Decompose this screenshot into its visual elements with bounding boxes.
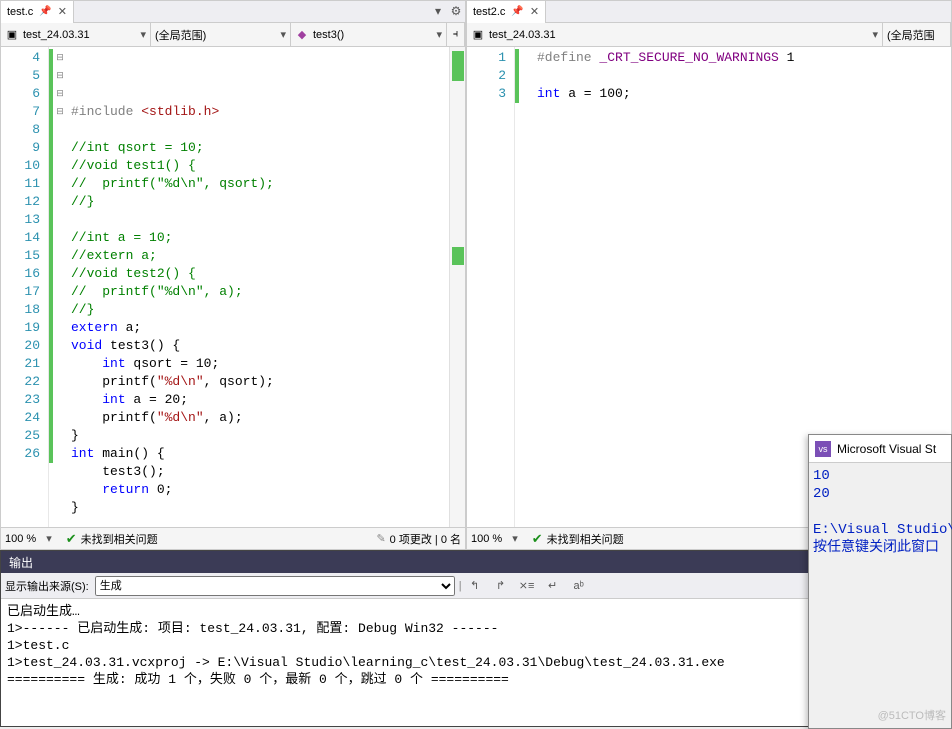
nav-scope-label: (全局范围	[887, 27, 935, 43]
find-icon[interactable]: aᵇ	[568, 575, 590, 597]
function-icon: ◆	[295, 28, 309, 42]
nav-project-selector[interactable]: ▣ test_24.03.31 ▾	[467, 23, 883, 46]
pin-icon[interactable]: 📌	[511, 6, 523, 17]
console-window[interactable]: vs Microsoft Visual St 10 20 E:\Visual S…	[808, 434, 952, 729]
nav-scope-selector[interactable]: (全局范围) ▾	[151, 23, 291, 46]
tab-test2-c[interactable]: test2.c 📌 ✕	[467, 1, 546, 23]
zoom-dd-icon[interactable]: ▾	[46, 532, 52, 545]
nav-func-label: test3()	[313, 29, 344, 41]
split-icon[interactable]: ⫞	[447, 23, 465, 46]
editor-pane-left: test.c 📌 ✕ ▾ ⚙ ▣ test_24.03.31 ▾ (全局范围) …	[0, 0, 466, 550]
change-indicator-col	[49, 47, 53, 527]
status-row-left: 100 % ▾ ✔ 未找到相关问题 ✎ 0 项更改 | 0 名	[1, 527, 465, 549]
code-text[interactable]: #include <stdlib.h>//int qsort = 10;//vo…	[67, 47, 449, 527]
tab-bar-left: test.c 📌 ✕ ▾ ⚙	[1, 1, 465, 23]
goto-prev-icon[interactable]: ↰	[464, 575, 486, 597]
chevron-down-icon: ▾	[274, 28, 286, 41]
zoom-dd-icon[interactable]: ▾	[512, 532, 518, 545]
change-indicator-col	[515, 47, 519, 527]
ok-icon: ✔	[532, 531, 543, 547]
fold-column[interactable]	[519, 47, 533, 527]
scrollbar-minimap[interactable]	[449, 47, 465, 527]
close-icon[interactable]: ✕	[530, 5, 539, 18]
nav-scope-label: (全局范围)	[155, 27, 206, 43]
tab-dropdown-icon[interactable]: ▾	[429, 4, 447, 19]
tab-label: test.c	[7, 6, 33, 18]
chevron-down-icon: ▾	[866, 28, 878, 41]
nav-project-label: test_24.03.31	[23, 29, 90, 41]
console-body: 10 20 E:\Visual Studio\ 按任意键关闭此窗口	[809, 463, 951, 561]
project-icon: ▣	[5, 28, 19, 42]
code-area-left[interactable]: 4567891011121314151617181920212223242526…	[1, 47, 465, 527]
status-no-issues: 未找到相关问题	[81, 531, 158, 547]
nav-project-label: test_24.03.31	[489, 29, 556, 41]
ok-icon: ✔	[66, 531, 77, 547]
chevron-down-icon: ▾	[430, 28, 442, 41]
watermark: @51CTO博客	[878, 707, 946, 723]
chevron-down-icon: ▾	[134, 28, 146, 41]
vs-app-icon: vs	[815, 441, 831, 457]
goto-next-icon[interactable]: ↱	[490, 575, 512, 597]
nav-row-left: ▣ test_24.03.31 ▾ (全局范围) ▾ ◆ test3() ▾ ⫞	[1, 23, 465, 47]
tab-bar-right: test2.c 📌 ✕	[467, 1, 951, 23]
pin-icon[interactable]: 📌	[39, 6, 51, 17]
console-title-text: Microsoft Visual St	[837, 442, 936, 456]
nav-func-selector[interactable]: ◆ test3() ▾	[291, 23, 447, 46]
status-no-issues: 未找到相关问题	[547, 531, 624, 547]
wrap-icon[interactable]: ↵	[542, 575, 564, 597]
zoom-level[interactable]: 100 %	[471, 533, 502, 545]
tab-label: test2.c	[473, 6, 505, 18]
project-icon: ▣	[471, 28, 485, 42]
gear-icon[interactable]: ⚙	[447, 4, 465, 19]
output-source-label: 显示输出来源(S):	[5, 578, 89, 594]
clear-icon[interactable]: ⨯≡	[516, 575, 538, 597]
changes-icon: ✎	[376, 532, 385, 545]
close-icon[interactable]: ✕	[58, 5, 67, 18]
nav-project-selector[interactable]: ▣ test_24.03.31 ▾	[1, 23, 151, 46]
console-titlebar[interactable]: vs Microsoft Visual St	[809, 435, 951, 463]
line-gutter: 123	[467, 47, 515, 527]
output-source-select[interactable]: 生成	[95, 576, 455, 596]
fold-column[interactable]: ⊟⊟⊟⊟	[53, 47, 67, 527]
nav-scope-selector[interactable]: (全局范围	[883, 23, 951, 46]
line-gutter: 4567891011121314151617181920212223242526	[1, 47, 49, 527]
status-changes: 0 项更改 | 0 名	[390, 531, 461, 547]
tab-test-c[interactable]: test.c 📌 ✕	[1, 1, 74, 23]
zoom-level[interactable]: 100 %	[5, 533, 36, 545]
nav-row-right: ▣ test_24.03.31 ▾ (全局范围	[467, 23, 951, 47]
